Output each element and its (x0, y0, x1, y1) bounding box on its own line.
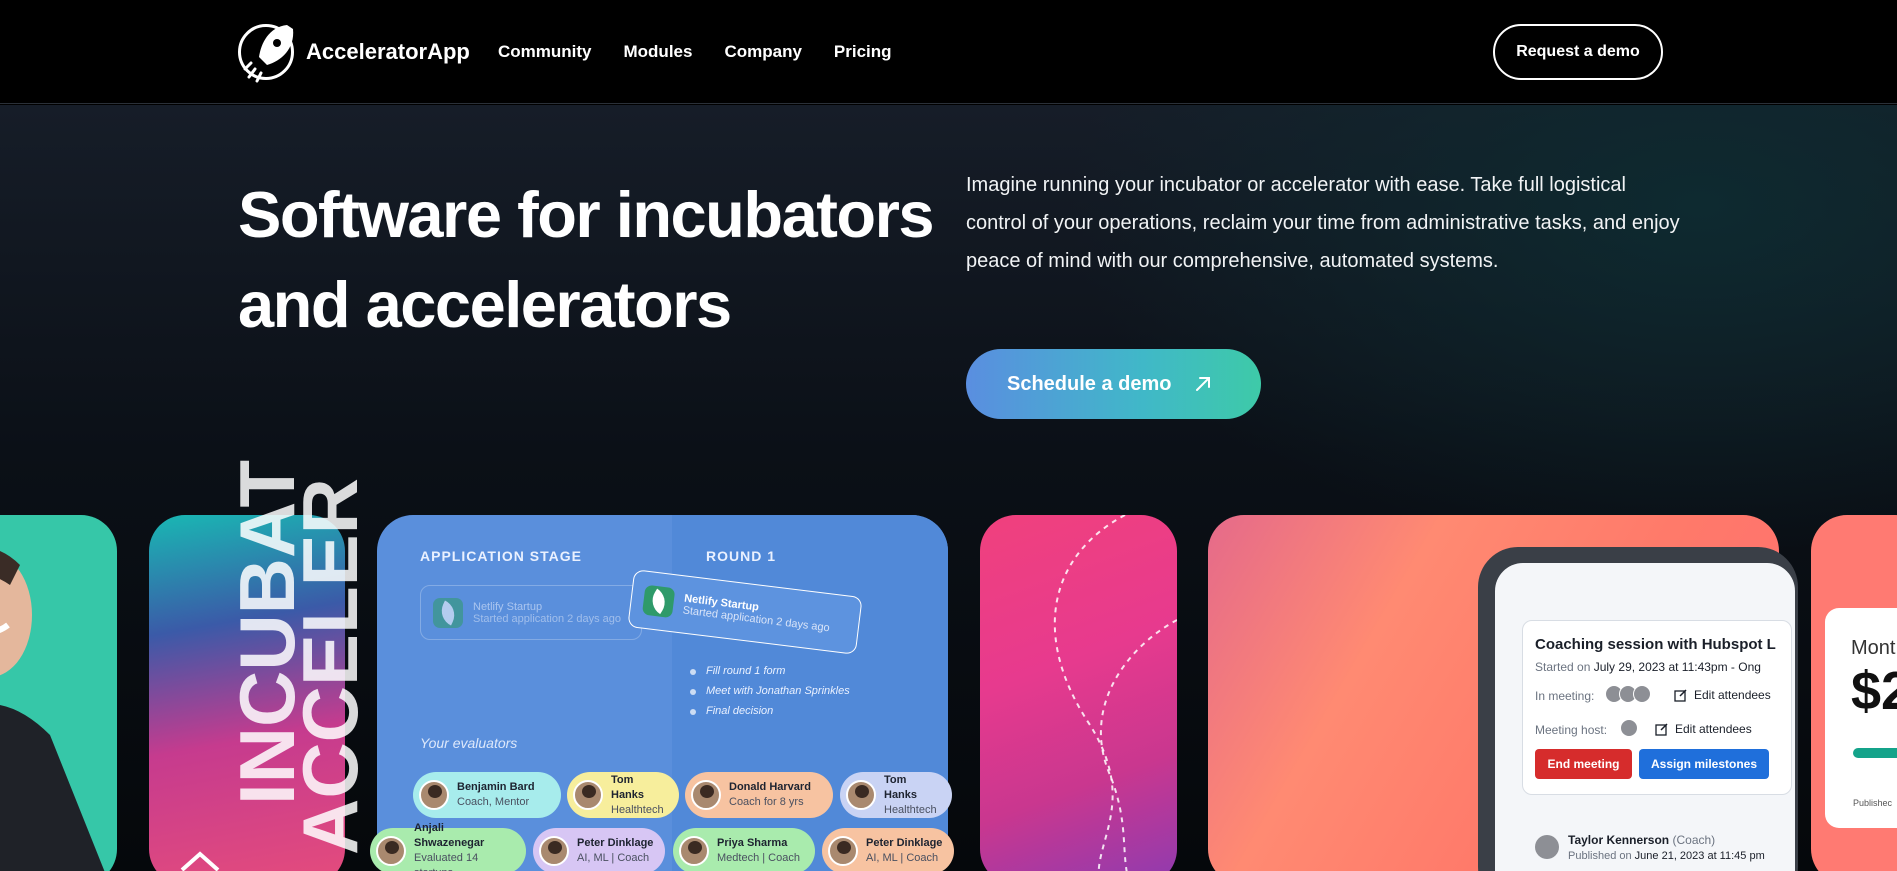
evaluator-name: Peter Dinklage (866, 837, 943, 849)
evaluator-role: Coach for 8 yrs (729, 796, 804, 808)
todo-item: Final decision (689, 705, 774, 717)
application-stage-label: APPLICATION STAGE (420, 548, 582, 564)
evaluator-role: Healthtech (611, 803, 664, 816)
avatar (846, 780, 876, 810)
todo-item: Meet with Jonathan Sprinkles (690, 685, 850, 697)
author-name: Taylor Kennerson (1568, 833, 1670, 847)
author-role: (Coach) (1672, 833, 1716, 847)
edit-icon (1655, 723, 1668, 736)
edit-attendees-label: Edit attendees (1694, 688, 1771, 702)
evaluator-name: Benjamin Bard (457, 781, 535, 793)
evaluator-role: Evaluated 14 startups (414, 852, 479, 871)
evaluator-chip[interactable]: Anjali Shwazenegar Evaluated 14 startups (370, 822, 526, 871)
attendee-avatars (1605, 685, 1651, 703)
evaluator-chip[interactable]: Tom Hanks Healthtech (840, 772, 952, 818)
evaluator-chip[interactable]: Priya Sharma Medtech | Coach (673, 828, 815, 871)
hero-title: Software for incubators and accelerators (238, 170, 958, 350)
evaluators-label: Your evaluators (420, 735, 518, 751)
evaluator-role: Medtech | Coach (717, 852, 800, 864)
nav-modules[interactable]: Modules (624, 42, 693, 62)
main-menu: Community Modules Company Pricing (498, 42, 892, 62)
brand-logo[interactable]: AcceleratorApp (238, 24, 470, 83)
stats-label: Mont (1851, 637, 1896, 659)
arrow-icon (180, 851, 220, 871)
avatar (376, 836, 406, 866)
schedule-demo-button[interactable]: Schedule a demo (966, 349, 1261, 419)
nav-pricing[interactable]: Pricing (834, 42, 892, 62)
evaluator-name: Anjali Shwazenegar (414, 822, 485, 849)
avatar (1535, 835, 1559, 859)
brand-name: AcceleratorApp (306, 39, 470, 64)
edit-attendees-label: Edit attendees (1675, 722, 1752, 736)
rocket-icon (238, 24, 294, 83)
evaluator-name: Peter Dinklage (577, 837, 654, 849)
avatar (539, 836, 569, 866)
evaluator-role: Healthtech (884, 803, 937, 816)
edit-host-link[interactable]: Edit attendees (1655, 722, 1752, 736)
post-date-value: June 21, 2023 at 11:45 pm (1634, 850, 1765, 862)
assign-milestones-button[interactable]: Assign milestones (1639, 749, 1769, 779)
evaluator-chip[interactable]: Tom Hanks Healthtech (567, 772, 679, 818)
post-author: Taylor Kennerson (Coach) (1568, 833, 1715, 847)
post-prefix: Published on (1568, 850, 1635, 862)
avatar (691, 780, 721, 810)
avatar (573, 780, 603, 810)
schedule-demo-label: Schedule a demo (1007, 372, 1172, 395)
evaluator-role: AI, ML | Coach (866, 852, 939, 864)
startup-logo-icon (433, 597, 463, 628)
avatar (679, 836, 709, 866)
meeting-host-label: Meeting host: (1535, 723, 1608, 737)
started-prefix: Started on (1535, 660, 1594, 674)
accelerator-vertical-text: ACCELER (286, 477, 374, 855)
person-image (0, 551, 105, 871)
avatar (1633, 685, 1651, 703)
startup-logo-icon (641, 584, 676, 619)
session-start: Started on July 29, 2023 at 11:43pm - On… (1535, 660, 1761, 674)
hero-description: Imagine running your incubator or accele… (966, 174, 1680, 272)
evaluator-chip[interactable]: Peter Dinklage AI, ML | Coach (822, 828, 954, 871)
nav-community[interactable]: Community (498, 42, 592, 62)
published-text: Publishec (1853, 798, 1893, 808)
end-meeting-button[interactable]: End meeting (1535, 749, 1632, 779)
application-name: Netlify Startup (473, 600, 543, 613)
evaluator-role: AI, ML | Coach (577, 852, 650, 864)
nav-company[interactable]: Company (724, 42, 801, 62)
top-nav: AcceleratorApp Community Modules Company… (0, 0, 1897, 104)
edit-attendees-link[interactable]: Edit attendees (1674, 688, 1771, 702)
avatar (419, 780, 449, 810)
decorative-gradient-card (980, 515, 1177, 871)
evaluator-chip[interactable]: Peter Dinklage AI, ML | Coach (533, 828, 665, 871)
progress-bar (1853, 748, 1897, 758)
in-meeting-label: In meeting: (1535, 689, 1595, 703)
hero-title-line2: and accelerators (238, 268, 732, 341)
edit-icon (1674, 689, 1687, 702)
stats-amount: $2 (1851, 661, 1897, 721)
evaluator-chip[interactable]: Benjamin Bard Coach, Mentor (413, 772, 561, 818)
evaluator-name: Priya Sharma (717, 837, 788, 849)
host-avatar (1620, 719, 1638, 737)
request-demo-button[interactable]: Request a demo (1493, 24, 1663, 80)
post-date: Published on June 21, 2023 at 11:45 pm (1568, 850, 1765, 862)
arrow-up-right-icon (1195, 377, 1210, 391)
evaluator-name: Tom Hanks (884, 773, 918, 801)
evaluator-name: Donald Harvard (729, 781, 811, 793)
session-title: Coaching session with Hubspot L (1535, 636, 1776, 653)
application-status: Started application 2 days ago (473, 612, 621, 625)
evaluator-name: Tom Hanks (611, 773, 645, 801)
evaluator-role: Coach, Mentor (457, 796, 530, 808)
evaluator-chip[interactable]: Donald Harvard Coach for 8 yrs (685, 772, 833, 818)
dashed-path-decoration (1053, 515, 1177, 871)
testimonial-photo-card (0, 515, 117, 871)
hero-title-line1: Software for incubators (238, 178, 935, 251)
application-card-ghost: Netlify Startup Started application 2 da… (420, 585, 642, 640)
avatar (828, 836, 858, 866)
round-label: ROUND 1 (706, 548, 777, 564)
started-value: July 29, 2023 at 11:43pm - Ong (1593, 660, 1761, 674)
todo-item: Fill round 1 form (689, 665, 786, 677)
